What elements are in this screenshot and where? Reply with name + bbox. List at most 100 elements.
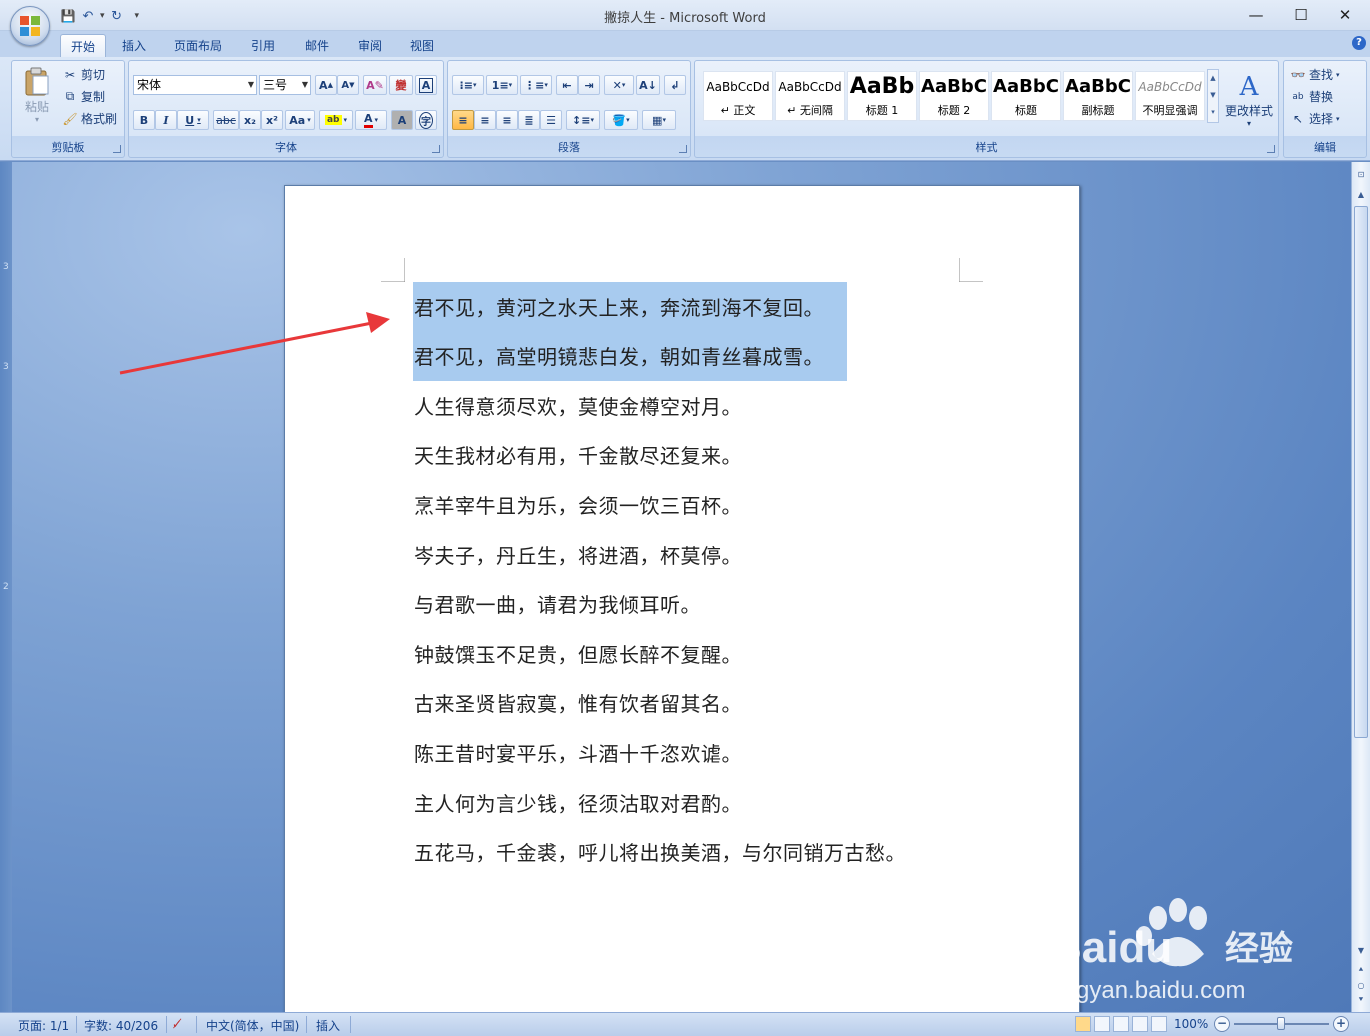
- font-name-combo[interactable]: 宋体 ▼: [133, 75, 257, 95]
- select-button[interactable]: ↖ 选择 ▾: [1290, 110, 1340, 127]
- underline-button[interactable]: U ▾: [177, 110, 209, 130]
- increase-indent-button[interactable]: ⇥: [578, 75, 600, 95]
- font-color-button[interactable]: A ▾: [355, 110, 387, 130]
- cut-button[interactable]: ✂ 剪切: [62, 66, 105, 83]
- decrease-indent-button[interactable]: ⇤: [556, 75, 578, 95]
- char-shading-button[interactable]: A: [391, 110, 413, 130]
- change-styles-button[interactable]: A 更改样式 ▾: [1223, 65, 1275, 135]
- font-launcher-icon[interactable]: [432, 145, 440, 153]
- tab-review[interactable]: 审阅: [348, 34, 392, 57]
- word-count[interactable]: 字数: 40/206: [84, 1017, 158, 1034]
- document-line-4[interactable]: 天生我材必有用，千金散尽还复来。: [414, 440, 742, 469]
- document-line-9[interactable]: 古来圣贤皆寂寞，惟有饮者留其名。: [414, 688, 742, 717]
- style-no-spacing[interactable]: AaBbCcDd ↵ 无间隔: [775, 71, 845, 121]
- borders-button[interactable]: ▦ ▾: [642, 110, 676, 130]
- clipboard-launcher-icon[interactable]: [113, 145, 121, 153]
- page-count[interactable]: 页面: 1/1: [18, 1017, 69, 1034]
- shading-button[interactable]: 🪣 ▾: [604, 110, 638, 130]
- tab-insert[interactable]: 插入: [112, 34, 156, 57]
- web-layout-button[interactable]: [1113, 1016, 1129, 1032]
- draft-view-button[interactable]: [1151, 1016, 1167, 1032]
- tab-page-layout[interactable]: 页面布局: [164, 34, 232, 57]
- superscript-button[interactable]: x²: [261, 110, 283, 130]
- scroll-down-button[interactable]: ▼: [1354, 942, 1368, 958]
- tab-view[interactable]: 视图: [400, 34, 444, 57]
- office-button[interactable]: [10, 6, 50, 46]
- find-button[interactable]: 👓 查找 ▾: [1290, 66, 1340, 83]
- font-name-dropdown-icon[interactable]: ▼: [248, 76, 254, 94]
- italic-button[interactable]: I: [155, 110, 177, 130]
- paste-dropdown-icon[interactable]: ▾: [35, 115, 39, 124]
- line-spacing-button[interactable]: ↕≡ ▾: [566, 110, 600, 130]
- paste-button[interactable]: 粘贴 ▾: [18, 65, 56, 125]
- multilevel-list-button[interactable]: ⋮≡ ▾: [520, 75, 552, 95]
- vertical-scrollbar[interactable]: ⊡ ▲ ▼ ⯅ ○ ⯆: [1351, 162, 1370, 1012]
- change-case-button[interactable]: Aa ▾: [285, 110, 315, 130]
- styles-gallery-scroll[interactable]: ▲ ▼ ▾: [1207, 69, 1219, 123]
- align-left-button[interactable]: ≡: [452, 110, 474, 130]
- align-center-button[interactable]: ≡: [474, 110, 496, 130]
- browse-object-button[interactable]: ○: [1354, 977, 1368, 993]
- copy-button[interactable]: ⧉ 复制: [62, 88, 105, 105]
- distributed-button[interactable]: ☰: [540, 110, 562, 130]
- show-marks-button[interactable]: ↲: [664, 75, 686, 95]
- zoom-slider-thumb[interactable]: [1277, 1017, 1285, 1030]
- document-line-12[interactable]: 五花马，千金裘，呼儿将出换美酒，与尔同销万古愁。: [414, 837, 906, 866]
- previous-page-button[interactable]: ⯅: [1354, 962, 1368, 978]
- print-layout-view-button[interactable]: [1075, 1016, 1091, 1032]
- justify-button[interactable]: ≣: [518, 110, 540, 130]
- format-painter-button[interactable]: 🖌 格式刷: [62, 110, 117, 127]
- insert-mode[interactable]: 插入: [316, 1017, 340, 1034]
- clear-format-button[interactable]: A✎: [363, 75, 387, 95]
- language-indicator[interactable]: 中文(简体，中国): [206, 1017, 299, 1034]
- ruler-toggle-icon[interactable]: ⊡: [1354, 166, 1368, 182]
- chinese-layout-button[interactable]: ✕ ▾: [604, 75, 634, 95]
- char-border-button[interactable]: A: [415, 75, 437, 95]
- zoom-out-button[interactable]: −: [1214, 1016, 1230, 1032]
- tab-mailings[interactable]: 邮件: [295, 34, 339, 57]
- scrollbar-thumb[interactable]: [1354, 206, 1368, 738]
- document-line-1[interactable]: 君不见，黄河之水天上来，奔流到海不复回。: [414, 292, 824, 321]
- phonetic-guide-button[interactable]: 變: [389, 75, 413, 95]
- document-page[interactable]: 君不见，黄河之水天上来，奔流到海不复回。 君不见，高堂明镜悲白发，朝如青丝暮成雪…: [284, 185, 1080, 1012]
- next-page-button[interactable]: ⯆: [1354, 992, 1368, 1008]
- zoom-level[interactable]: 100%: [1174, 1017, 1208, 1031]
- minimize-button[interactable]: —: [1236, 2, 1276, 28]
- sort-button[interactable]: A↓: [636, 75, 660, 95]
- subscript-button[interactable]: x₂: [239, 110, 261, 130]
- maximize-button[interactable]: ☐: [1281, 2, 1321, 28]
- align-right-button[interactable]: ≡: [496, 110, 518, 130]
- document-line-8[interactable]: 钟鼓馔玉不足贵，但愿长醉不复醒。: [414, 639, 742, 668]
- proofing-icon[interactable]: ✓̸: [172, 1017, 182, 1031]
- bold-button[interactable]: B: [133, 110, 155, 130]
- document-line-11[interactable]: 主人何为言少钱，径须沽取对君酌。: [414, 788, 742, 817]
- zoom-in-button[interactable]: +: [1333, 1016, 1349, 1032]
- close-button[interactable]: ✕: [1325, 2, 1365, 28]
- outline-view-button[interactable]: [1132, 1016, 1148, 1032]
- strikethrough-button[interactable]: abc: [213, 110, 239, 130]
- style-heading-1[interactable]: AaBb 标题 1: [847, 71, 917, 121]
- style-subtitle[interactable]: AaBbC 副标题: [1063, 71, 1133, 121]
- document-line-3[interactable]: 人生得意须尽欢，莫使金樽空对月。: [414, 391, 742, 420]
- scroll-up-button[interactable]: ▲: [1354, 186, 1368, 202]
- bullets-button[interactable]: ⁝≡ ▾: [452, 75, 484, 95]
- document-line-5[interactable]: 烹羊宰牛且为乐，会须一饮三百杯。: [414, 490, 742, 519]
- document-line-10[interactable]: 陈王昔时宴平乐，斗酒十千恣欢谑。: [414, 738, 742, 767]
- replace-button[interactable]: ab 替换: [1290, 88, 1333, 105]
- shrink-font-button[interactable]: A ▼: [337, 75, 359, 95]
- tab-references[interactable]: 引用: [241, 34, 285, 57]
- tab-home[interactable]: 开始: [60, 34, 107, 57]
- enclose-chars-button[interactable]: 字: [415, 110, 437, 130]
- font-size-dropdown-icon[interactable]: ▼: [302, 76, 308, 94]
- document-line-2[interactable]: 君不见，高堂明镜悲白发，朝如青丝暮成雪。: [414, 341, 824, 370]
- style-subtle-emphasis[interactable]: AaBbCcDd 不明显强调: [1135, 71, 1205, 121]
- grow-font-button[interactable]: A ▲: [315, 75, 337, 95]
- highlight-button[interactable]: ab ▾: [319, 110, 353, 130]
- document-line-7[interactable]: 与君歌一曲，请君为我倾耳听。: [414, 589, 701, 618]
- font-size-combo[interactable]: 三号 ▼: [259, 75, 311, 95]
- paragraph-launcher-icon[interactable]: [679, 145, 687, 153]
- styles-launcher-icon[interactable]: [1267, 145, 1275, 153]
- numbering-button[interactable]: 1≡ ▾: [486, 75, 518, 95]
- help-icon[interactable]: ?: [1352, 36, 1366, 50]
- style-title[interactable]: AaBbC 标题: [991, 71, 1061, 121]
